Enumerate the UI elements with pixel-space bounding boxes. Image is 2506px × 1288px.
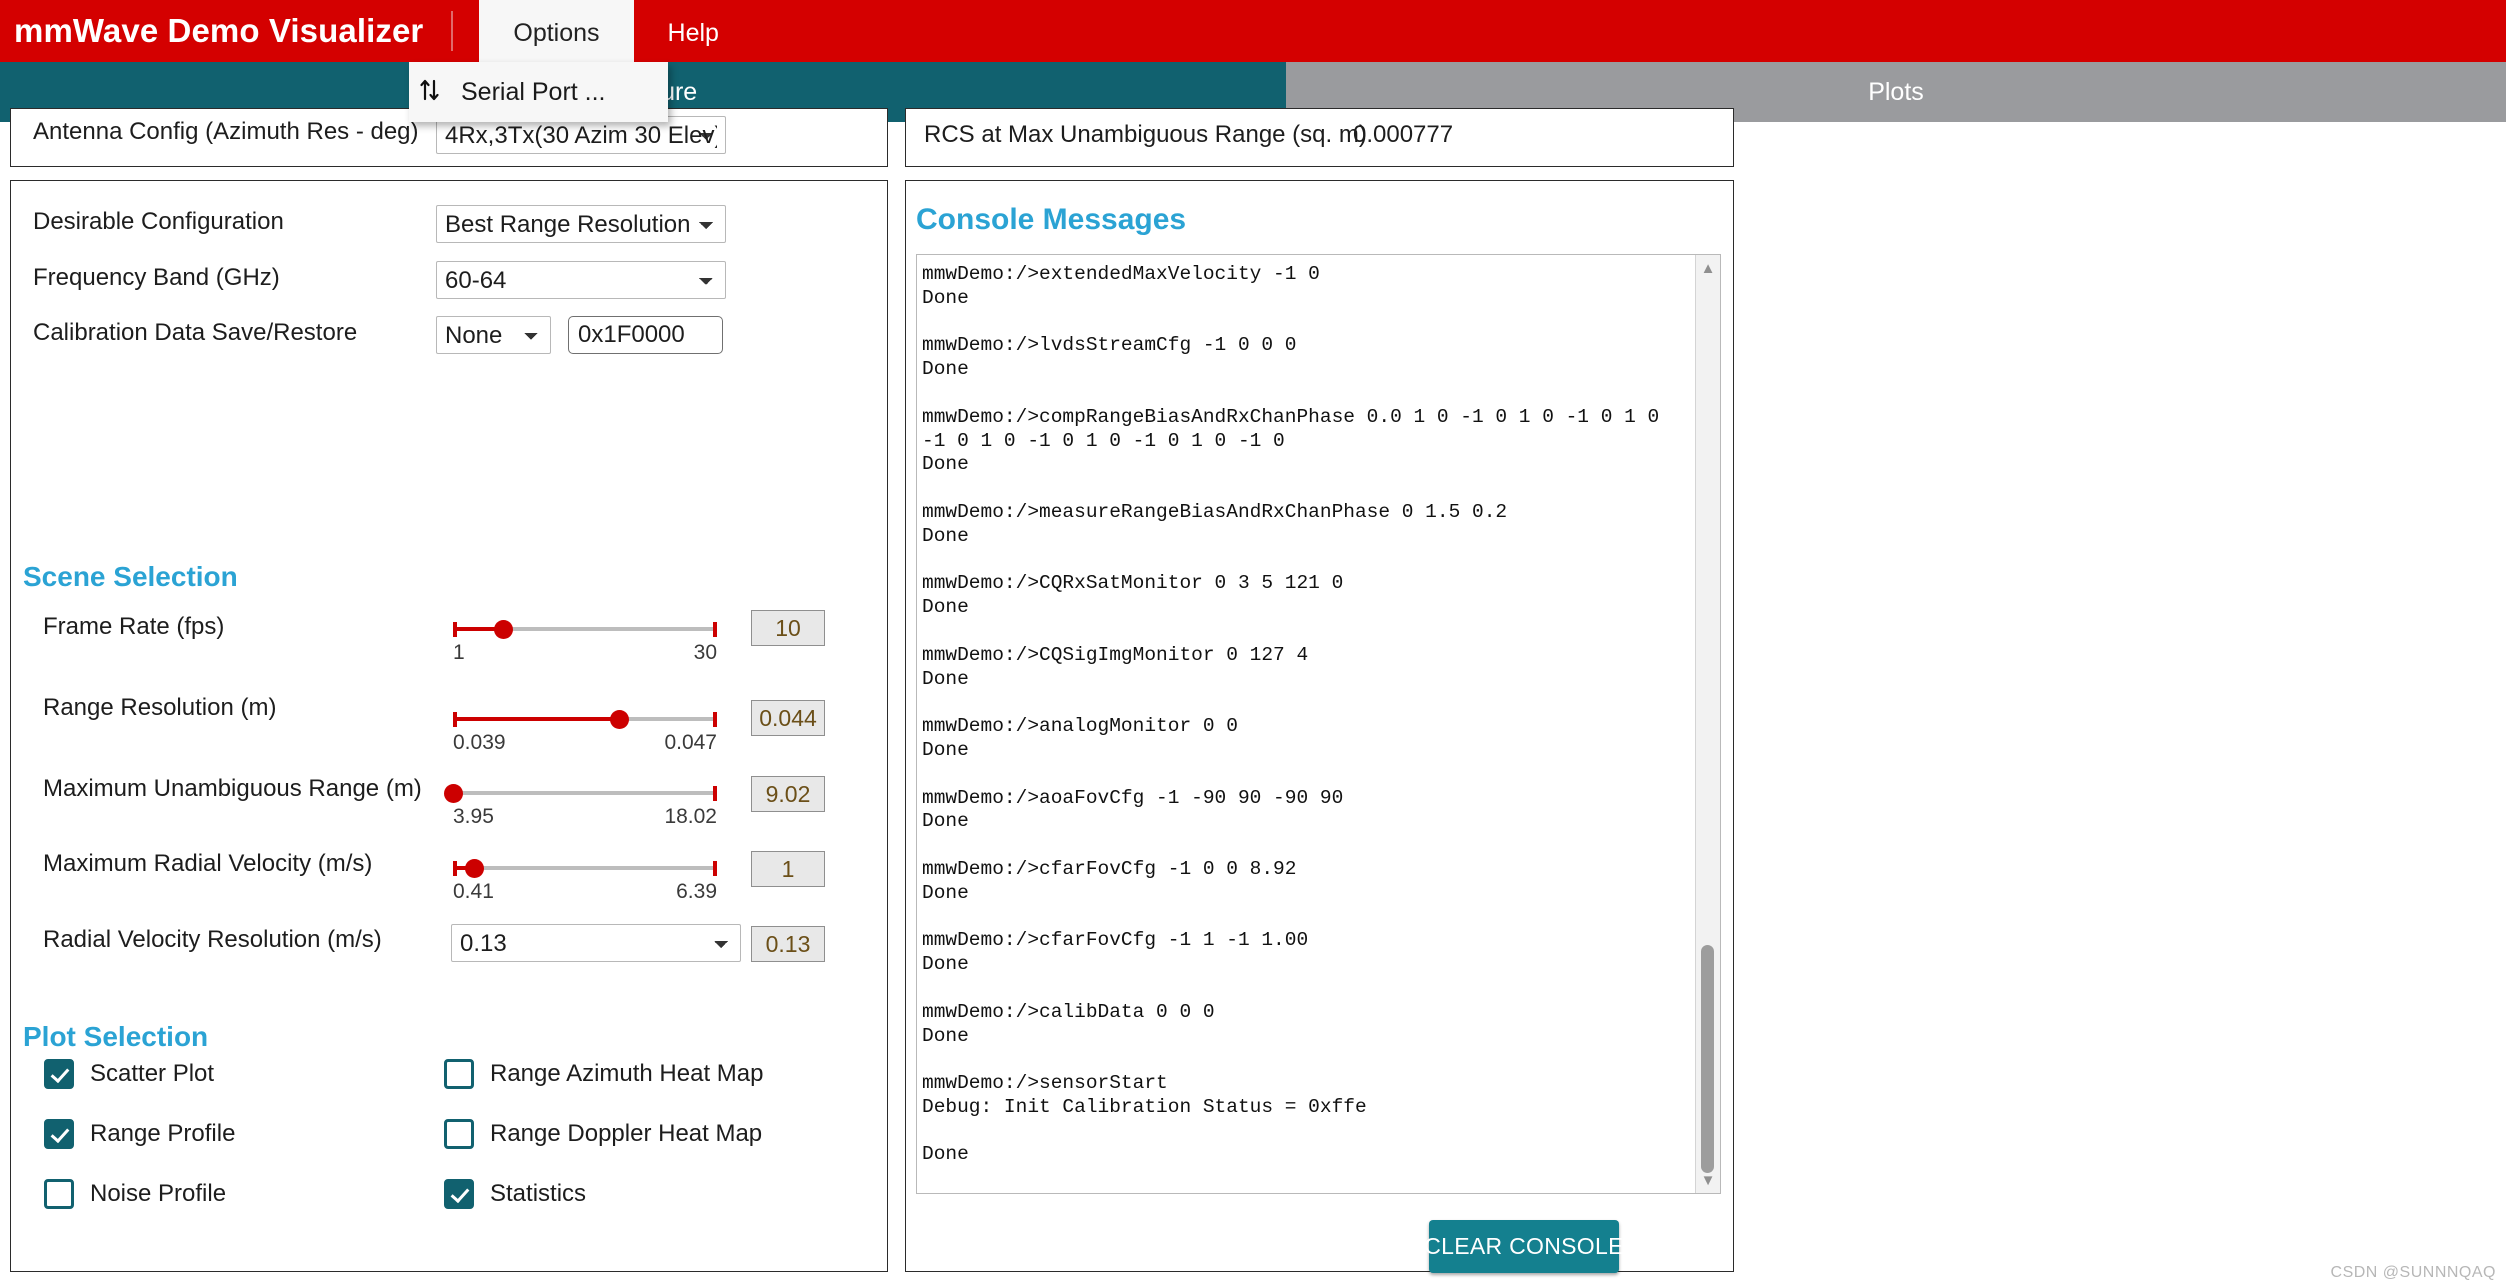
max-radial-velocity-label: Maximum Radial Velocity (m/s) [43,850,372,878]
checkbox-noise-profile[interactable]: Noise Profile [44,1179,226,1209]
max-radial-velocity-value: 1 [751,851,825,887]
checkbox-range-doppler-heat-map[interactable]: Range Doppler Heat Map [444,1119,762,1149]
console-title: Console Messages [916,203,1186,237]
menu-help[interactable]: Help [634,0,753,62]
menu-item-serial-port[interactable]: Serial Port ... [461,78,606,107]
frequency-band-select[interactable]: 60-64 [436,261,726,299]
slider-track [453,791,717,795]
radial-velocity-resolution-label: Radial Velocity Resolution (m/s) [43,926,382,954]
menubar-divider [451,11,453,51]
plot-selection-title: Plot Selection [23,1021,208,1053]
slider-thumb[interactable] [444,784,463,803]
options-dropdown-menu: Serial Port ... [409,62,668,122]
app-root: mmWave Demo Visualizer Options Help Conf… [0,0,2506,1288]
slider-thumb[interactable] [494,620,513,639]
app-title: mmWave Demo Visualizer [0,12,423,50]
antenna-config-label: Antenna Config (Azimuth Res - deg) [33,118,419,146]
max-unambiguous-range-max: 18.02 [664,805,717,829]
slider-min-cap [453,861,457,876]
scrollbar-thumb[interactable] [1701,945,1714,1173]
max-radial-velocity-slider[interactable]: 0.41 6.39 [453,858,717,878]
frequency-band-label: Frequency Band (GHz) [33,264,280,292]
frame-rate-label: Frame Rate (fps) [43,613,224,641]
watermark: CSDN @SUNNNQAQ [2331,1264,2496,1282]
slider-thumb[interactable] [465,859,484,878]
calibration-mode-select[interactable]: None [436,316,551,354]
frame-rate-max: 30 [694,641,717,665]
max-radial-velocity-max: 6.39 [676,880,717,904]
serial-port-icon [409,75,453,109]
slider-min-cap [453,712,457,727]
console-text: mmwDemo:/>extendedMaxVelocity -1 0 Done … [922,263,1694,1167]
slider-max-cap [713,712,717,727]
checkbox-range-profile[interactable]: Range Profile [44,1119,235,1149]
checkbox-label: Statistics [490,1180,586,1208]
checkbox-range-azimuth-heat-map[interactable]: Range Azimuth Heat Map [444,1059,763,1089]
checkbox-label: Scatter Plot [90,1060,214,1088]
rcs-label: RCS at Max Unambiguous Range (sq. m) [924,121,1367,149]
slider-fill [453,717,619,721]
checkbox-label: Range Doppler Heat Map [490,1120,762,1148]
desirable-config-label: Desirable Configuration [33,208,284,236]
slider-max-cap [713,786,717,801]
max-unambiguous-range-value: 9.02 [751,776,825,812]
checkbox-box[interactable] [444,1119,474,1149]
calibration-address-input[interactable] [568,316,723,354]
range-resolution-max: 0.047 [664,731,717,755]
checkbox-box[interactable] [444,1059,474,1089]
max-unambiguous-range-slider[interactable]: 3.95 18.02 [453,783,717,803]
scroll-up-icon[interactable]: ▲ [1696,257,1720,279]
calibration-label: Calibration Data Save/Restore [33,319,357,347]
scene-selection-title: Scene Selection [23,561,238,593]
checkbox-label: Range Profile [90,1120,235,1148]
console-scrollbar[interactable]: ▲ ▼ [1695,255,1720,1193]
checkbox-statistics[interactable]: Statistics [444,1179,586,1209]
radial-velocity-resolution-value: 0.13 [751,926,825,962]
checkbox-scatter-plot[interactable]: Scatter Plot [44,1059,214,1089]
range-resolution-label: Range Resolution (m) [43,694,276,722]
radial-velocity-resolution-select[interactable]: 0.13 [451,924,741,962]
range-resolution-slider[interactable]: 0.039 0.047 [453,709,717,729]
checkbox-box[interactable] [44,1179,74,1209]
desirable-config-select[interactable]: Best Range Resolution [436,205,726,243]
frame-rate-slider[interactable]: 1 30 [453,619,717,639]
slider-track [453,866,717,870]
range-resolution-min: 0.039 [453,731,506,755]
console-panel: Console Messages mmwDemo:/>extendedMaxVe… [905,180,1734,1272]
antenna-config-row: Antenna Config (Azimuth Res - deg) [33,118,419,146]
rcs-panel: RCS at Max Unambiguous Range (sq. m) 0.0… [905,108,1734,167]
scroll-down-icon[interactable]: ▼ [1696,1169,1720,1191]
checkbox-label: Noise Profile [90,1180,226,1208]
checkbox-box[interactable] [44,1059,74,1089]
frame-rate-min: 1 [453,641,465,665]
slider-max-cap [713,622,717,637]
checkbox-box[interactable] [444,1179,474,1209]
max-radial-velocity-min: 0.41 [453,880,494,904]
slider-min-cap [453,622,457,637]
clear-console-button[interactable]: CLEAR CONSOLE [1429,1220,1619,1273]
configuration-panel: Desirable Configuration Best Range Resol… [10,180,888,1272]
range-resolution-value: 0.044 [751,700,825,736]
checkbox-label: Range Azimuth Heat Map [490,1060,763,1088]
slider-thumb[interactable] [610,710,629,729]
max-unambiguous-range-label: Maximum Unambiguous Range (m) [43,775,422,803]
frame-rate-value: 10 [751,610,825,646]
max-unambiguous-range-min: 3.95 [453,805,494,829]
checkbox-box[interactable] [44,1119,74,1149]
menu-bar: mmWave Demo Visualizer Options Help [0,0,2506,62]
rcs-value: 0.000777 [1353,121,1453,149]
slider-max-cap [713,861,717,876]
menu-options[interactable]: Options [479,0,633,62]
console-output[interactable]: mmwDemo:/>extendedMaxVelocity -1 0 Done … [916,254,1721,1194]
